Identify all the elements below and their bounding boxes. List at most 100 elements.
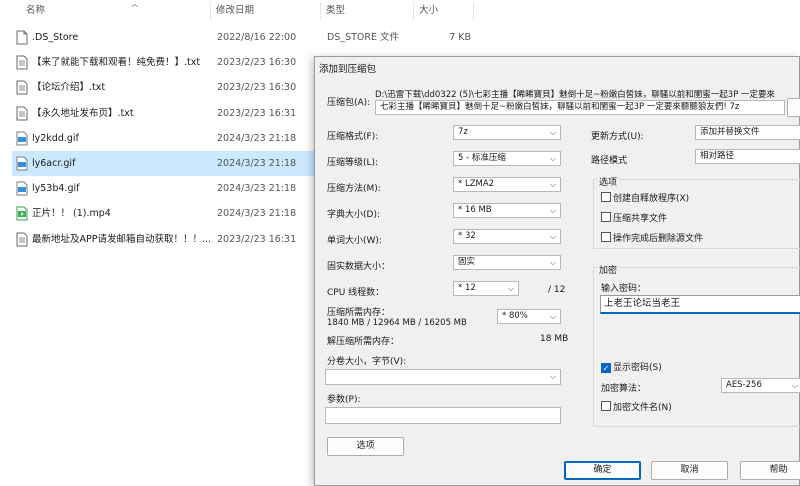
update-mode-select[interactable]: 添加并替换文件 (695, 125, 800, 140)
memory-detail: 1840 MB / 12964 MB / 16205 MB (327, 318, 467, 328)
file-date: 2024/3/23 21:18 (217, 183, 297, 195)
column-date-label: 修改日期 (216, 5, 255, 16)
file-date: 2023/2/23 16:31 (217, 233, 297, 245)
archive-name-value: 七彩主播【晞晞寶貝】魅倒十足~粉嫩白皙妹，聊騷以前和閨蜜一起3P 一定要來聽聽狼… (380, 102, 740, 112)
encryption-group-label: 加密 (597, 263, 620, 276)
chevron-down-icon: ⌵ (507, 284, 514, 293)
level-value: 5 - 标准压缩 (458, 153, 506, 163)
checkbox-box (601, 192, 611, 202)
cpu-threads-select[interactable]: * 12 ⌵ (453, 281, 519, 296)
check-icon: ✓ (601, 363, 611, 373)
solid-select[interactable]: 固实 ⌵ (453, 255, 561, 270)
compress-shared-checkbox[interactable]: 压缩共享文件 (601, 212, 667, 226)
dictionary-value: * 16 MB (458, 205, 492, 215)
file-date: 2024/3/23 21:18 (217, 158, 297, 169)
chevron-down-icon: ⌵ (549, 154, 556, 163)
checkbox-box (601, 212, 611, 222)
add-to-archive-dialog: 添加到压缩包 压缩包(A): D:\迅雷下载\dd0322 (5)\七彩主播【晞… (314, 56, 800, 486)
file-date: 2022/8/16 22:00 (217, 32, 297, 43)
text-file-icon (16, 106, 28, 121)
blank-file-icon (16, 30, 28, 45)
options-button[interactable]: 选项 (327, 437, 404, 456)
encryption-method-select[interactable]: AES-256 ⌵ (721, 378, 800, 393)
file-date: 2024/3/23 21:18 (217, 208, 297, 220)
method-select[interactable]: * LZMA2 ⌵ (453, 177, 561, 192)
word-size-value: * 32 (458, 231, 476, 241)
path-mode-label: 路径模式 (591, 156, 628, 166)
file-name: ly6acr.gif (32, 158, 76, 169)
dictionary-select[interactable]: * 16 MB ⌵ (453, 203, 561, 218)
password-input[interactable]: 上老王论坛当老王 (600, 295, 800, 314)
chevron-down-icon: ⌵ (549, 232, 556, 241)
solid-label: 固实数据大小： (327, 262, 391, 272)
column-header-name[interactable]: ^ 名称 (20, 0, 210, 22)
file-date: 2023/2/23 16:30 (217, 82, 297, 94)
delete-source-checkbox[interactable]: 操作完成后删除源文件 (601, 232, 703, 246)
cpu-threads-label: CPU 线程数： (327, 288, 385, 298)
memory-usage-select[interactable]: * 80% ⌵ (497, 309, 561, 324)
column-divider[interactable] (473, 2, 474, 20)
chevron-down-icon: ⌵ (549, 128, 556, 137)
update-mode-label: 更新方式(U): (591, 132, 644, 142)
file-name: .DS_Store (32, 32, 79, 43)
ok-button[interactable]: 确定 (564, 461, 641, 480)
file-date: 2023/2/23 16:31 (217, 107, 297, 119)
chevron-down-icon: ⌵ (549, 258, 556, 267)
column-header-date[interactable]: 修改日期 (210, 0, 320, 22)
file-name: 正片！！ (1).mp4 (32, 208, 111, 220)
column-name-label: 名称 (26, 5, 46, 16)
cpu-threads-value: * 12 (458, 283, 476, 293)
chevron-down-icon: ⌵ (549, 372, 556, 381)
format-select[interactable]: 7z ⌵ (453, 125, 561, 140)
parameters-input[interactable] (325, 407, 561, 424)
cancel-button[interactable]: 取消 (651, 461, 728, 480)
path-mode-value: 相对路径 (700, 151, 735, 161)
gif-file-icon (16, 131, 28, 146)
column-header-size[interactable]: 大小 (413, 0, 473, 22)
column-header-type[interactable]: 类型 (320, 0, 410, 22)
file-size: 7 KB (449, 32, 471, 43)
split-size-combo[interactable]: ⌵ (325, 369, 561, 385)
file-date: 2024/3/23 21:18 (217, 132, 297, 144)
file-name: 【来了就能下载和观看！纯免费！】.txt (32, 57, 201, 69)
encrypt-filenames-checkbox[interactable]: 加密文件名(N) (601, 401, 672, 415)
file-name: ly53b4.gif (32, 183, 80, 195)
file-name: ly2kdd.gif (32, 132, 79, 144)
compress-shared-label: 压缩共享文件 (613, 214, 668, 224)
method-label: 压缩方法(M): (327, 184, 381, 194)
gif-file-icon (16, 181, 28, 196)
help-button[interactable]: 帮助 (740, 461, 800, 480)
file-name: 【论坛介绍】.txt (32, 82, 106, 94)
decompress-memory-value: 18 MB (540, 334, 569, 344)
dialog-title: 添加到压缩包 (319, 64, 377, 75)
file-name: 最新地址及APP请发邮箱自动获取！！！... (32, 233, 212, 245)
format-value: 7z (458, 127, 468, 137)
chevron-down-icon: ⌵ (549, 312, 556, 321)
encryption-method-label: 加密算法： (601, 384, 647, 394)
show-password-label: 显示密码(S) (613, 363, 662, 373)
level-select[interactable]: 5 - 标准压缩 ⌵ (453, 151, 561, 166)
encryption-method-value: AES-256 (726, 380, 762, 390)
create-sfx-checkbox[interactable]: 创建自释放程序(X) (601, 192, 689, 206)
chevron-down-icon: ⌵ (549, 180, 556, 189)
update-mode-value: 添加并替换文件 (700, 127, 760, 137)
solid-value: 固实 (458, 257, 476, 267)
text-file-icon (16, 55, 28, 70)
file-row[interactable]: .DS_Store 2022/8/16 22:00 DS_STORE 文件 7 KB (12, 25, 572, 50)
checkbox-box (601, 232, 611, 242)
archive-name-combo[interactable]: 七彩主播【晞晞寶貝】魅倒十足~粉嫩白皙妹，聊騷以前和閨蜜一起3P 一定要來聽聽狼… (375, 100, 785, 115)
file-date: 2023/2/23 16:30 (217, 57, 297, 69)
encrypt-filenames-label: 加密文件名(N) (613, 403, 672, 413)
dictionary-label: 字典大小(D): (327, 210, 380, 220)
browse-button[interactable] (787, 98, 800, 117)
word-size-select[interactable]: * 32 ⌵ (453, 229, 561, 244)
archive-directory: D:\迅雷下载\dd0322 (5)\七彩主播【晞晞寶貝】魅倒十足~粉嫩白皙妹，… (375, 90, 776, 100)
memory-label: 压缩所需内存： (327, 308, 391, 318)
column-type-label: 类型 (326, 5, 346, 16)
word-size-label: 单词大小(W): (327, 236, 382, 246)
format-label: 压缩格式(F): (327, 132, 379, 142)
chevron-down-icon: ⌵ (549, 206, 556, 215)
cpu-threads-total: / 12 (548, 285, 566, 295)
path-mode-select[interactable]: 相对路径 (695, 149, 800, 164)
show-password-checkbox[interactable]: ✓ 显示密码(S) (601, 361, 662, 375)
